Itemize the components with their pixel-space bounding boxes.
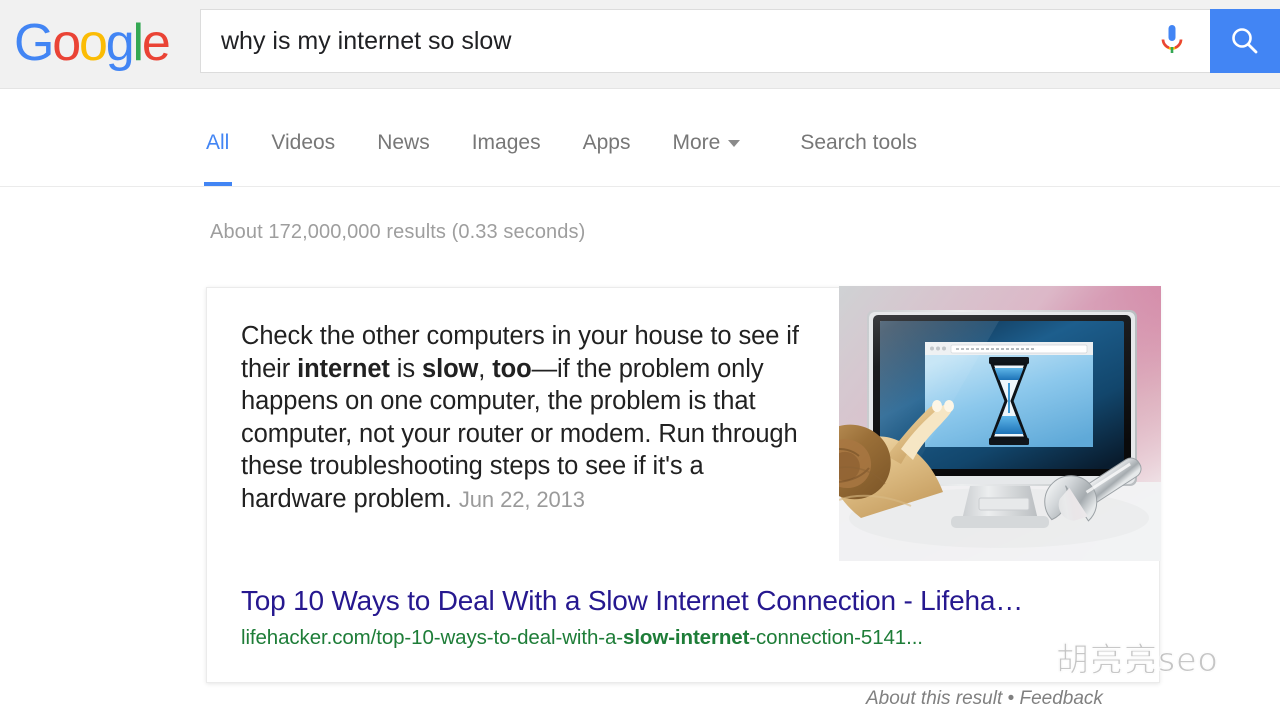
snippet-part-3: slow — [422, 354, 479, 383]
result-url[interactable]: lifehacker.com/top-10-ways-to-deal-with-… — [241, 625, 923, 651]
logo-letter-o2: o — [78, 14, 108, 72]
featured-snippet-card: Check the other computers in your house … — [206, 286, 1161, 683]
url-part-1: slow-internet — [623, 626, 750, 649]
search-nav-bar: All Videos News Images Apps More Search … — [0, 90, 1280, 187]
about-result-feedback-line: About this result • Feedback — [866, 688, 1103, 710]
search-input[interactable] — [201, 10, 1134, 72]
chevron-down-icon — [728, 140, 741, 147]
logo-letter-o1: o — [52, 14, 81, 72]
about-separator: • — [1002, 688, 1020, 709]
tab-videos-label: Videos — [271, 131, 336, 154]
search-button[interactable] — [1210, 9, 1280, 73]
feedback-link[interactable]: Feedback — [1019, 688, 1102, 709]
search-header: Google — [0, 0, 1280, 89]
snippet-part-1: internet — [297, 354, 390, 383]
tab-more[interactable]: More — [672, 90, 741, 186]
tab-images-label: Images — [471, 131, 541, 154]
snippet-date: Jun 22, 2013 — [458, 486, 585, 512]
tab-videos[interactable]: Videos — [271, 90, 335, 186]
logo-letter-e: e — [141, 14, 171, 72]
microphone-icon — [1161, 25, 1183, 53]
logo-letter-g2: g — [105, 14, 135, 72]
search-tools-button[interactable]: Search tools — [800, 90, 917, 186]
search-tabs: All Videos News Images Apps More Search … — [203, 90, 959, 187]
snippet-part-5: too — [492, 354, 532, 383]
tab-news-label: News — [377, 131, 430, 154]
tab-news[interactable]: News — [377, 90, 430, 186]
logo-letter-g1: G — [14, 14, 54, 72]
snippet-part-4: , — [478, 354, 493, 383]
tab-apps-label: Apps — [582, 131, 631, 154]
search-icon — [1232, 28, 1258, 54]
result-title-link[interactable]: Top 10 Ways to Deal With a Slow Internet… — [241, 584, 1023, 618]
snail-computer-hourglass-image — [839, 286, 1161, 561]
logo-letter-l: l — [132, 14, 144, 72]
voice-search-button[interactable] — [1134, 10, 1210, 72]
google-logo[interactable]: Google — [14, 13, 190, 73]
snippet-part-2: is — [389, 354, 422, 383]
url-part-0: lifehacker.com/top-10-ways-to-deal-with-… — [241, 626, 624, 649]
featured-snippet-text: Check the other computers in your house … — [241, 320, 803, 517]
about-this-result-link[interactable]: About this result — [866, 688, 1002, 709]
url-part-2: -connection-5141... — [749, 626, 923, 649]
google-search-results-page: Google All — [0, 0, 1280, 719]
search-tools-label: Search tools — [800, 131, 918, 154]
search-box[interactable] — [200, 9, 1210, 73]
featured-snippet-thumbnail[interactable] — [839, 286, 1161, 561]
tab-more-label: More — [672, 131, 721, 154]
tab-apps[interactable]: Apps — [583, 90, 631, 186]
tab-all-label: All — [206, 131, 230, 154]
result-stats: About 172,000,000 results (0.33 seconds) — [210, 221, 586, 243]
tab-all[interactable]: All — [203, 90, 233, 186]
tab-images[interactable]: Images — [472, 90, 541, 186]
